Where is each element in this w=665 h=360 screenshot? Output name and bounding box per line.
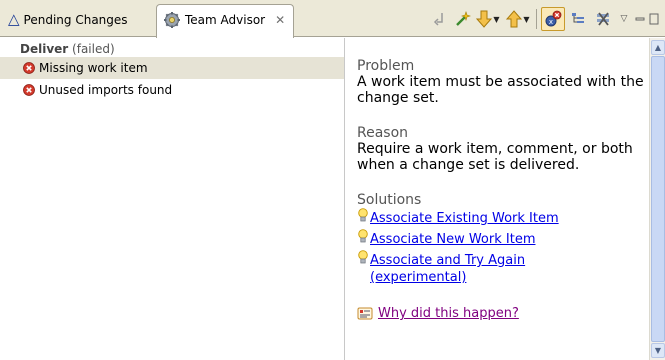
reason-title: Reason <box>357 125 409 141</box>
error-filter-icon[interactable]: x <box>541 7 565 31</box>
chevron-down-icon[interactable]: ▼ <box>493 15 499 24</box>
chevron-down-icon[interactable]: ▼ <box>523 15 529 24</box>
help-document-icon <box>357 307 373 321</box>
prev-arrow-icon[interactable]: ▼ <box>504 8 532 30</box>
toolbar-separator <box>536 9 537 29</box>
scroll-down-arrow-icon[interactable]: ▼ <box>651 343 665 358</box>
group-header: Deliver (failed) <box>0 41 344 57</box>
maximize-icon[interactable] <box>647 8 661 30</box>
lightbulb-icon <box>357 229 369 244</box>
associate-and-try-again-link[interactable]: Associate and Try Again (experimental) <box>370 252 580 286</box>
associate-existing-link[interactable]: Associate Existing Work Item <box>370 210 559 227</box>
minimize-icon[interactable] <box>633 8 647 30</box>
issue-label: Missing work item <box>39 61 148 75</box>
list-item[interactable]: Missing work item <box>0 57 344 79</box>
tab-team-advisor[interactable]: Team Advisor ✕ <box>156 4 294 38</box>
why-row: Why did this happen? <box>357 306 649 322</box>
view-tab-bar: △ Pending Changes Team Advisor ✕ ▼ ▼ x ▽ <box>0 0 665 38</box>
solution-item: Associate New Work Item <box>357 229 649 248</box>
wand-icon[interactable] <box>450 8 476 30</box>
group-status: (failed) <box>72 42 115 56</box>
team-advisor-icon <box>163 11 181 29</box>
lightbulb-icon <box>357 208 369 223</box>
lightbulb-icon <box>357 250 369 265</box>
delta-icon: △ <box>8 10 20 28</box>
list-item[interactable]: Unused imports found <box>0 79 344 101</box>
tab-label: Pending Changes <box>23 12 128 27</box>
close-icon[interactable]: ✕ <box>275 13 285 27</box>
associate-new-link[interactable]: Associate New Work Item <box>370 231 535 248</box>
reason-section: Reason Require a work item, comment, or … <box>357 125 649 173</box>
error-icon <box>23 62 35 74</box>
view-toolbar: ▼ ▼ x ▽ <box>430 6 661 32</box>
solutions-title: Solutions <box>357 192 422 208</box>
remove-all-icon[interactable] <box>591 8 615 30</box>
error-icon <box>23 84 35 96</box>
issue-details: Problem A work item must be associated w… <box>346 38 649 360</box>
vertical-scrollbar[interactable]: ▲ ▼ <box>649 38 665 360</box>
solutions-section: Solutions Associate Existing Work Item A… <box>357 192 649 286</box>
group-title: Deliver <box>20 42 69 56</box>
solution-item: Associate Existing Work Item <box>357 208 649 227</box>
view-menu-icon[interactable]: ▽ <box>615 8 633 30</box>
reason-text: Require a work item, comment, or both wh… <box>357 141 633 173</box>
tab-label: Team Advisor <box>185 12 266 27</box>
next-arrow-icon[interactable]: ▼ <box>476 8 500 30</box>
solution-item: Associate and Try Again (experimental) <box>357 250 649 286</box>
issue-list: Deliver (failed) Missing work item Unuse… <box>0 38 345 360</box>
tab-pending-changes[interactable]: △ Pending Changes <box>2 6 155 33</box>
scroll-up-arrow-icon[interactable]: ▲ <box>651 40 665 55</box>
why-did-this-happen-link[interactable]: Why did this happen? <box>378 306 519 322</box>
svg-text:x: x <box>549 18 553 26</box>
problem-section: Problem A work item must be associated w… <box>357 58 649 106</box>
scrollbar-thumb[interactable] <box>651 56 665 342</box>
undo-icon[interactable] <box>430 8 450 30</box>
problem-title: Problem <box>357 58 415 74</box>
issue-label: Unused imports found <box>39 83 173 97</box>
problem-text: A work item must be associated with the … <box>357 74 644 106</box>
tree-layout-icon[interactable] <box>565 8 591 30</box>
